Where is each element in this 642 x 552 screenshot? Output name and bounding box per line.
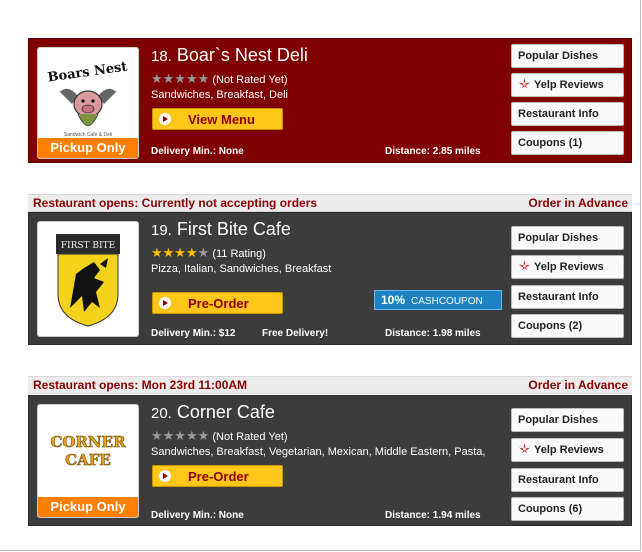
restaurant-card: CORNER CAFE Pickup Only 20. Corner Cafe … xyxy=(28,395,632,526)
restaurant-info-button[interactable]: Restaurant Info xyxy=(511,468,624,492)
yelp-icon xyxy=(518,442,531,454)
pre-order-button[interactable]: Pre-Order xyxy=(152,465,283,487)
logo-line: CAFE xyxy=(65,451,111,470)
restaurant-title[interactable]: 18. Boar`s Nest Deli xyxy=(151,45,308,66)
arrow-right-icon xyxy=(159,113,171,125)
restaurant-card: Boars Nest Sandwich Cafe & Deli Pickup O… xyxy=(28,38,632,163)
pre-order-button[interactable]: Pre-Order xyxy=(152,292,283,314)
free-delivery: Free Delivery! xyxy=(262,328,329,339)
restaurant-name[interactable]: Corner Cafe xyxy=(177,402,275,422)
restaurant-info-button[interactable]: Restaurant Info xyxy=(511,102,624,126)
rating-text: (11 Rating) xyxy=(212,248,266,260)
pre-order-label: Pre-Order xyxy=(188,469,249,484)
popular-dishes-button[interactable]: Popular Dishes xyxy=(511,44,624,68)
yelp-icon xyxy=(518,77,531,89)
restaurant-info-button[interactable]: Restaurant Info xyxy=(511,285,624,309)
cuisine-list: Sandwiches, Breakfast, Deli xyxy=(151,89,288,101)
cuisine-list: Sandwiches, Breakfast, Vegetarian, Mexic… xyxy=(151,446,486,458)
restaurant-title[interactable]: 19. First Bite Cafe xyxy=(151,219,291,240)
logo-text: Boars Nest xyxy=(47,60,129,86)
popular-dishes-button[interactable]: Popular Dishes xyxy=(511,408,624,432)
yelp-reviews-button[interactable]: Yelp Reviews xyxy=(511,255,624,279)
delivery-min: Delivery Min.: $12 xyxy=(151,328,236,339)
restaurant-logo[interactable]: Boars Nest Sandwich Cafe & Deli Pickup O… xyxy=(37,47,139,159)
rating-text: (Not Rated Yet) xyxy=(212,431,288,443)
distance: Distance: 1.98 miles xyxy=(385,328,481,339)
opening-notice: Restaurant opens: Mon 23rd 11:00AM Order… xyxy=(28,376,632,394)
opening-notice: Restaurant opens: Currently not acceptin… xyxy=(28,194,632,212)
rating-text: (Not Rated Yet) xyxy=(212,74,288,86)
view-menu-label: View Menu xyxy=(188,112,255,127)
restaurant-name[interactable]: Boar`s Nest Deli xyxy=(177,45,308,65)
yelp-reviews-button[interactable]: Yelp Reviews xyxy=(511,438,624,462)
yelp-reviews-label: Yelp Reviews xyxy=(534,444,604,456)
first-bite-logo-icon: FIRST BITE xyxy=(56,234,120,327)
arrow-right-icon xyxy=(159,297,171,309)
arrow-right-icon xyxy=(159,470,171,482)
pickup-only-badge: Pickup Only xyxy=(38,138,138,158)
delivery-min: Delivery Min.: None xyxy=(151,510,244,521)
order-in-advance-link[interactable]: Order in Advance xyxy=(528,196,628,210)
cash-coupon-badge[interactable]: 10% CASHCOUPON xyxy=(374,290,502,310)
restaurant-number: 19. xyxy=(151,222,172,239)
view-menu-button[interactable]: View Menu xyxy=(152,108,283,130)
rating-row: ★★★★★ (Not Rated Yet) xyxy=(151,428,288,444)
cuisine-list: Pizza, Italian, Sandwiches, Breakfast xyxy=(151,263,332,275)
pre-order-label: Pre-Order xyxy=(188,296,249,311)
pickup-only-badge: Pickup Only xyxy=(38,497,138,517)
svg-text:FIRST BITE: FIRST BITE xyxy=(61,241,115,251)
star-rating-icon: ★★★★★ xyxy=(151,428,210,443)
coupons-button[interactable]: Coupons (2) xyxy=(511,314,624,338)
distance: Distance: 2.85 miles xyxy=(385,146,481,157)
yelp-reviews-label: Yelp Reviews xyxy=(534,261,604,273)
order-in-advance-link[interactable]: Order in Advance xyxy=(528,378,628,392)
restaurant-name[interactable]: First Bite Cafe xyxy=(177,219,291,239)
coupons-button[interactable]: Coupons (6) xyxy=(511,497,624,521)
popular-dishes-button[interactable]: Popular Dishes xyxy=(511,226,624,250)
corner-cafe-logo-icon: CORNER CAFE xyxy=(38,433,138,470)
restaurant-logo[interactable]: FIRST BITE xyxy=(37,221,139,337)
distance: Distance: 1.94 miles xyxy=(385,510,481,521)
rating-row: ★★★★★ (Not Rated Yet) xyxy=(151,71,288,87)
star-rating-icon: ★★★★★ xyxy=(151,71,210,86)
coupon-percent: 10% xyxy=(381,293,406,307)
coupons-button[interactable]: Coupons (1) xyxy=(511,131,624,155)
yelp-reviews-button[interactable]: Yelp Reviews xyxy=(511,73,624,97)
logo-line: CORNER xyxy=(50,433,126,452)
restaurant-number: 18. xyxy=(151,48,172,65)
opening-status: Restaurant opens: Currently not acceptin… xyxy=(33,196,318,210)
yelp-icon xyxy=(518,259,531,271)
boar-logo-icon: Boars Nest Sandwich Cafe & Deli xyxy=(47,60,129,138)
star-rating-icon: ★★★★★ xyxy=(151,245,210,260)
coupon-label: CASHCOUPON xyxy=(411,296,483,307)
rating-row: ★★★★★ (11 Rating) xyxy=(151,245,266,261)
opening-status: Restaurant opens: Mon 23rd 11:00AM xyxy=(33,378,248,392)
restaurant-card: FIRST BITE 19. First Bite Cafe ★★★★★ (11… xyxy=(28,212,632,345)
restaurant-number: 20. xyxy=(151,405,172,422)
restaurant-logo[interactable]: CORNER CAFE Pickup Only xyxy=(37,404,139,518)
delivery-min: Delivery Min.: None xyxy=(151,146,244,157)
restaurant-title[interactable]: 20. Corner Cafe xyxy=(151,402,275,423)
yelp-reviews-label: Yelp Reviews xyxy=(534,79,604,91)
